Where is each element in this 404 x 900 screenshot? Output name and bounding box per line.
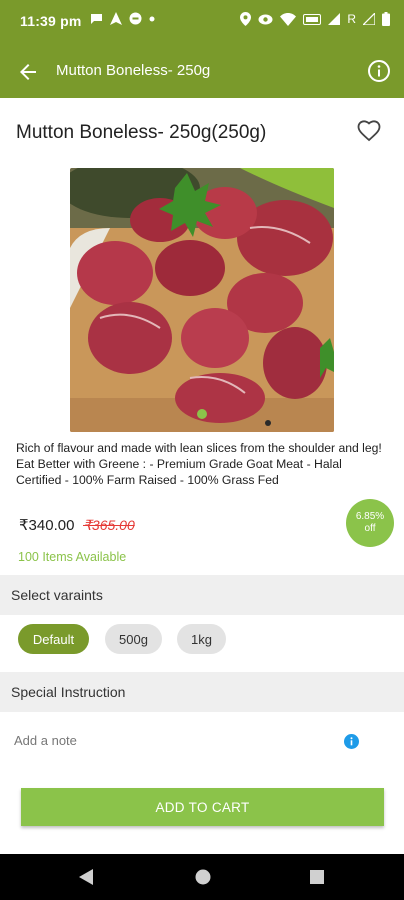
chat-bubble-icon	[91, 14, 102, 24]
carrier-letter: R	[347, 12, 356, 26]
status-bar: 11:39 pm R	[0, 0, 404, 44]
status-time: 11:39 pm	[20, 13, 82, 29]
battery-icon	[382, 12, 390, 26]
product-title: Mutton Boneless- 250g(250g)	[16, 122, 267, 143]
current-price: ₹340.00	[19, 517, 75, 534]
product-description: Rich of flavour and made with lean slice…	[16, 441, 382, 488]
system-icons: R	[240, 12, 390, 26]
mutton-photo	[70, 168, 334, 432]
nav-recents-icon[interactable]	[310, 870, 324, 884]
variant-chip-1kg[interactable]: 1kg	[177, 624, 226, 654]
info-icon[interactable]	[366, 58, 392, 84]
variant-chip-500g[interactable]: 500g	[105, 624, 162, 654]
back-arrow-icon[interactable]	[14, 58, 42, 86]
discount-label: off	[364, 523, 376, 534]
note-input[interactable]	[14, 728, 314, 752]
navigation-icon	[110, 12, 122, 25]
discount-badge: 6.85% off	[346, 499, 394, 547]
instruction-header-label: Special Instruction	[11, 684, 126, 700]
volte-icon	[303, 13, 322, 25]
original-price: ₹365.00	[83, 517, 135, 533]
nav-back-icon[interactable]	[79, 869, 93, 885]
eye-icon	[258, 14, 273, 24]
system-nav-bar	[0, 854, 404, 900]
circle-badge-icon	[129, 12, 142, 25]
add-to-cart-button[interactable]: ADD TO CART	[21, 788, 384, 826]
variant-chip-default[interactable]: Default	[18, 624, 89, 654]
info-icon[interactable]	[344, 734, 359, 749]
heart-icon[interactable]	[356, 118, 382, 144]
stock-availability: 100 Items Available	[18, 550, 127, 564]
location-icon	[240, 12, 252, 26]
signal-icon	[363, 13, 375, 25]
notification-icons	[90, 12, 155, 25]
app-bar-title: Mutton Boneless- 250g	[56, 62, 211, 79]
dot-icon	[149, 16, 155, 21]
instruction-section-header: Special Instruction	[0, 672, 404, 712]
wifi-icon	[280, 12, 297, 26]
discount-value: 6.85%	[355, 511, 385, 522]
variants-header-label: Select varaints	[11, 587, 103, 603]
variants-section-header: Select varaints	[0, 575, 404, 615]
carousel-indicator[interactable]	[197, 409, 207, 419]
app-bar: Mutton Boneless- 250g	[0, 44, 404, 98]
product-image[interactable]	[70, 168, 334, 432]
nav-home-icon[interactable]	[195, 869, 211, 885]
signal-icon	[328, 13, 341, 25]
